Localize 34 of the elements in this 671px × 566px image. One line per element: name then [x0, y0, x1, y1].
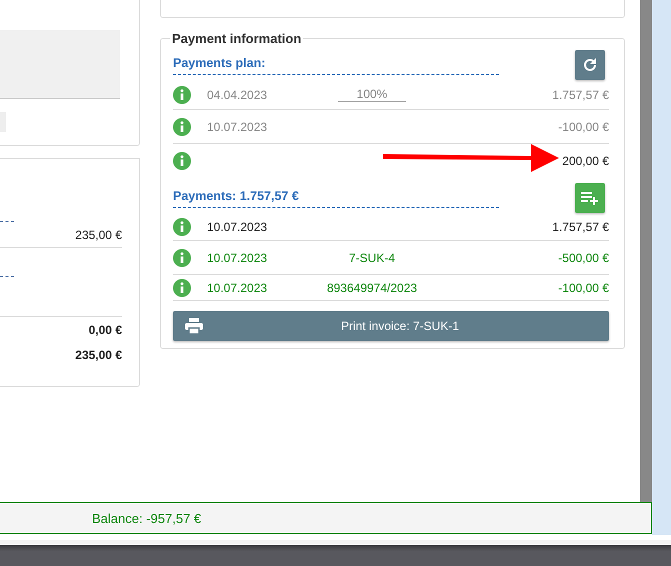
payment-reference: 893649974/2023: [326, 280, 418, 294]
info-icon[interactable]: [173, 152, 191, 170]
amount-value: 235,00 €: [75, 228, 122, 242]
scrollbar[interactable]: [640, 0, 652, 502]
payment-date: 10.07.2023: [207, 250, 268, 264]
amount-value: 0,00 €: [88, 323, 122, 337]
payment-date: 10.07.2023: [207, 220, 268, 234]
share-field[interactable]: 100%: [338, 87, 406, 102]
payment-amount: -500,00 €: [558, 250, 609, 264]
amount-value: 235,00 €: [75, 348, 122, 362]
payment-amount: 200,00 €: [562, 154, 609, 168]
info-icon[interactable]: [173, 86, 191, 104]
refresh-button[interactable]: [575, 50, 605, 80]
payment-amount: -100,00 €: [558, 280, 609, 294]
payment-date: 10.07.2023: [207, 280, 268, 294]
payment-reference: 7-SUK-4: [348, 250, 395, 264]
payment-date: 04.04.2023: [207, 88, 268, 102]
payment-amount: 1.757,57 €: [552, 88, 609, 102]
payment-amount: -100,00 €: [558, 120, 609, 134]
info-icon[interactable]: [173, 248, 191, 266]
printer-icon: [185, 318, 203, 334]
payments-plan-heading: Payments plan:: [173, 56, 499, 74]
payment-date: 10.07.2023: [207, 120, 268, 134]
info-icon[interactable]: [173, 118, 191, 136]
info-icon[interactable]: [173, 218, 191, 236]
panel-title: Payment information: [171, 31, 302, 46]
print-invoice-button[interactable]: Print invoice: 7-SUK-1: [173, 311, 609, 341]
payments-heading: Payments: 1.757,57 €: [173, 188, 499, 208]
add-payment-button[interactable]: [575, 183, 605, 213]
payment-amount: 1.757,57 €: [552, 220, 609, 234]
list-add-icon: [581, 191, 599, 205]
info-icon[interactable]: [173, 278, 191, 296]
balance-text: Balance: -957,57 €: [92, 510, 202, 526]
refresh-icon: [582, 57, 598, 73]
